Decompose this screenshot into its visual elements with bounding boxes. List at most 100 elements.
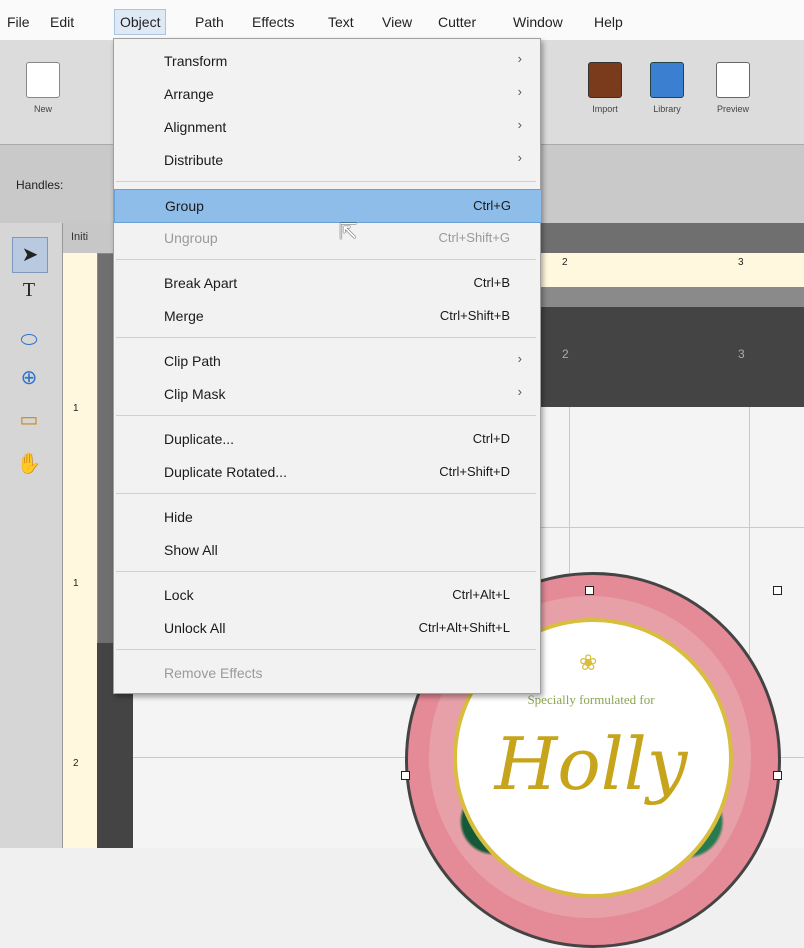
menu-separator <box>116 571 536 572</box>
menu-item-label: Unlock All <box>164 620 226 636</box>
pan-hand-icon[interactable]: ✋ <box>12 447 46 481</box>
label-name: Holly <box>494 722 688 806</box>
menu-item-label: Duplicate Rotated... <box>164 464 287 480</box>
menu-item-distribute[interactable]: Distribute › <box>114 144 540 176</box>
menu-item-group[interactable]: Group Ctrl+G <box>114 189 542 223</box>
new-button-label: New <box>33 104 52 114</box>
h-ruler-tick: 2 <box>562 257 568 268</box>
menu-item-lock[interactable]: Lock Ctrl+Alt+L <box>114 579 540 611</box>
menu-item-merge[interactable]: Merge Ctrl+Shift+B <box>114 300 540 332</box>
menu-separator <box>116 493 536 494</box>
menu-item-label: Transform <box>164 53 228 69</box>
menu-item-shortcut: Ctrl+D <box>472 431 510 446</box>
preview-button[interactable]: Preview <box>708 52 758 132</box>
menu-item-ungroup: Ungroup Ctrl+Shift+G <box>114 222 540 254</box>
menu-separator <box>116 337 536 338</box>
menu-item-arrange[interactable]: Arrange › <box>114 78 540 110</box>
v-ruler-tick: 2 <box>73 758 79 769</box>
submenu-arrow-icon: › <box>517 351 522 366</box>
object-menu-dropdown: Transform › Arrange › Alignment › Distribut… <box>113 38 542 694</box>
menu-path[interactable]: Path <box>190 12 229 32</box>
zoom-tool-icon[interactable]: ⊕ <box>12 361 46 395</box>
menu-item-shortcut: Ctrl+Shift+D <box>439 464 510 479</box>
mat-tick: 2 <box>562 347 569 361</box>
menu-item-label: Clip Mask <box>164 386 226 402</box>
cutting-mat-header: 2 3 <box>540 307 804 407</box>
menu-window[interactable]: Window <box>508 12 568 32</box>
library-button-label: Library <box>653 104 681 114</box>
menu-item-label: Duplicate... <box>164 431 235 447</box>
text-tool-icon[interactable]: T <box>12 273 46 307</box>
tool-palette: ➤ T ⬭ ⊕ ▭ ✋ <box>0 223 63 848</box>
menu-item-break-apart[interactable]: Break Apart Ctrl+B <box>114 267 540 299</box>
submenu-arrow-icon: › <box>517 51 522 66</box>
menu-separator <box>116 181 536 182</box>
menu-item-alignment[interactable]: Alignment › <box>114 111 540 143</box>
menu-text[interactable]: Text <box>323 12 359 32</box>
menu-file[interactable]: File <box>2 12 35 32</box>
import-svg-icon <box>588 62 622 98</box>
handles-label: Handles: <box>16 178 64 192</box>
mouse-cursor-icon: ⇱ <box>339 219 358 244</box>
new-button[interactable]: New <box>18 52 68 132</box>
h-ruler-tick: 3 <box>738 257 744 268</box>
menu-item-shortcut: Ctrl+G <box>473 198 511 213</box>
menu-item-shortcut: Ctrl+Alt+Shift+L <box>418 620 510 635</box>
menu-item-hide[interactable]: Hide <box>114 501 540 533</box>
menu-view[interactable]: View <box>377 12 417 32</box>
menu-item-shortcut: Ctrl+B <box>473 275 510 290</box>
submenu-arrow-icon: › <box>517 150 522 165</box>
selection-handle[interactable] <box>773 771 782 780</box>
shape-tool-icon[interactable]: ⬭ <box>12 323 46 357</box>
menu-item-label: Lock <box>164 587 194 603</box>
submenu-arrow-icon: › <box>517 117 522 132</box>
mat-tick: 3 <box>738 347 745 361</box>
menu-item-label: Break Apart <box>164 275 238 291</box>
import-button-label: Import <box>592 104 618 114</box>
menu-item-label: Ungroup <box>164 230 218 246</box>
menu-item-label: Merge <box>164 308 204 324</box>
menu-item-label: Remove Effects <box>164 665 263 681</box>
menubar: File Edit Object Path Effects Text View … <box>0 0 804 40</box>
preview-button-label: Preview <box>716 104 749 114</box>
menu-item-label: Group <box>165 198 204 214</box>
v-ruler-tick: 1 <box>73 403 79 414</box>
new-document-icon <box>26 62 60 98</box>
submenu-arrow-icon: › <box>517 84 522 99</box>
menu-cutter[interactable]: Cutter <box>433 12 481 32</box>
menu-item-shortcut: Ctrl+Shift+G <box>438 230 510 245</box>
flower-icon: ❀ <box>579 650 598 675</box>
selection-handle[interactable] <box>585 586 594 595</box>
select-tool-icon[interactable]: ➤ <box>12 237 48 273</box>
menu-item-label: Alignment <box>164 119 227 135</box>
menu-item-label: Show All <box>164 542 218 558</box>
library-icon <box>650 62 684 98</box>
menu-separator <box>116 259 536 260</box>
selection-handle[interactable] <box>773 586 782 595</box>
menu-item-show-all[interactable]: Show All <box>114 534 540 566</box>
menu-item-clip-path[interactable]: Clip Path › <box>114 345 540 377</box>
menu-item-transform[interactable]: Transform › <box>114 45 540 77</box>
submenu-arrow-icon: › <box>517 384 522 399</box>
menu-item-label: Arrange <box>164 86 214 102</box>
menu-item-remove-effects: Remove Effects <box>114 657 540 689</box>
menu-help[interactable]: Help <box>589 12 628 32</box>
selection-handle[interactable] <box>401 771 410 780</box>
library-button[interactable]: Library <box>642 52 692 132</box>
menu-item-duplicate-rotated[interactable]: Duplicate Rotated... Ctrl+Shift+D <box>114 456 540 488</box>
menu-item-unlock-all[interactable]: Unlock All Ctrl+Alt+Shift+L <box>114 612 540 644</box>
import-button[interactable]: Import <box>580 52 630 132</box>
preview-magnifier-icon <box>716 62 750 98</box>
horizontal-ruler: 2 3 <box>540 253 804 288</box>
menu-item-clip-mask[interactable]: Clip Mask › <box>114 378 540 410</box>
menu-effects[interactable]: Effects <box>247 12 300 32</box>
menu-item-label: Hide <box>164 509 193 525</box>
menu-separator <box>116 649 536 650</box>
menu-edit[interactable]: Edit <box>45 12 79 32</box>
menu-object[interactable]: Object <box>114 9 167 35</box>
measure-tool-icon[interactable]: ▭ <box>12 403 46 437</box>
menu-item-duplicate[interactable]: Duplicate... Ctrl+D <box>114 423 540 455</box>
menu-item-shortcut: Ctrl+Shift+B <box>439 308 510 323</box>
menu-item-label: Clip Path <box>164 353 221 369</box>
document-tab-label: Initi <box>71 231 89 243</box>
